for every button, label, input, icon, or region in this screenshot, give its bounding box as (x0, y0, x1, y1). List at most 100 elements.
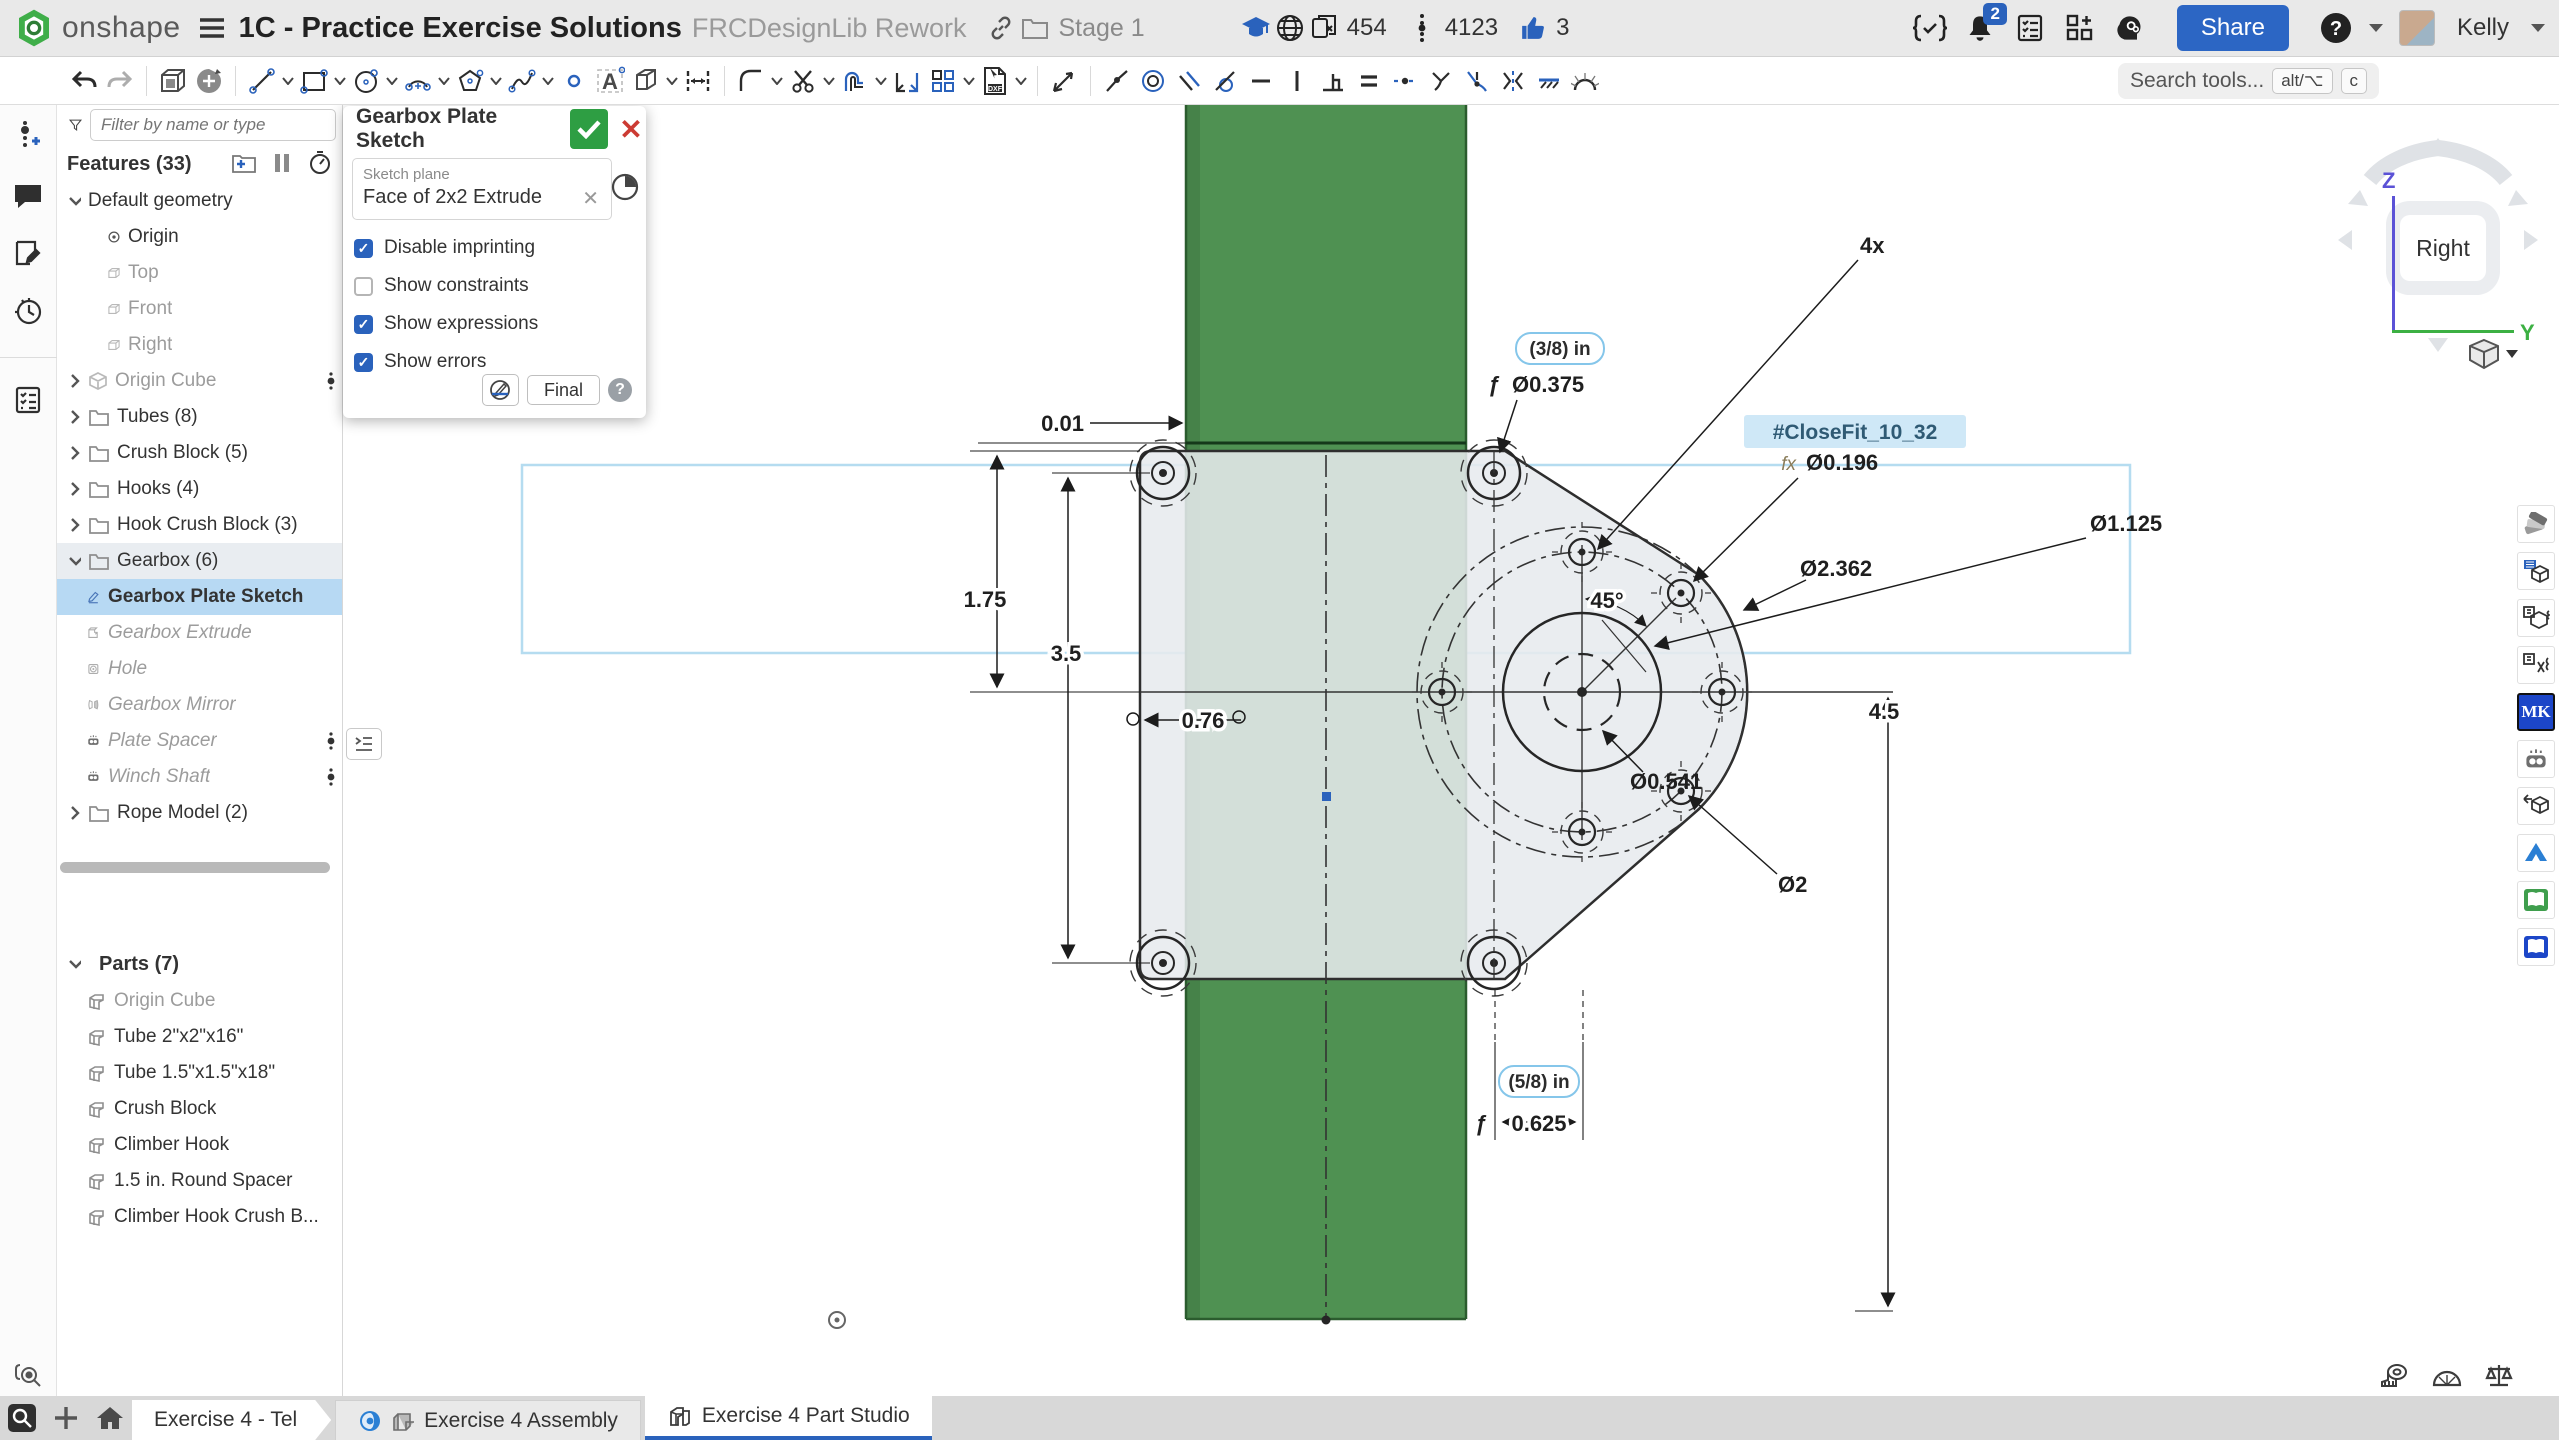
help-icon[interactable]: ? (2319, 11, 2353, 45)
mkcad-app-icon[interactable]: MK (2517, 693, 2555, 731)
checkbox-disable-imprinting[interactable]: ✓ Disable imprinting (354, 236, 535, 260)
view-cube[interactable]: Right Z Y (2330, 120, 2546, 370)
extrude-tool-button[interactable] (155, 62, 191, 100)
rectangle-tool-caret-icon[interactable] (332, 62, 348, 100)
notes-icon[interactable] (14, 239, 42, 270)
feature-row-default-geometry[interactable]: Default geometry (57, 183, 342, 219)
chevron-right-icon[interactable] (67, 804, 81, 822)
part-row-climber-hook[interactable]: Climber Hook (57, 1127, 342, 1163)
graphics-canvas[interactable]: 0.01 1.75 3.5 0.76 4.5 ƒ Ø0.375 (3/8) in… (343, 105, 2559, 1396)
feature-row-origin-cube[interactable]: Origin Cube (57, 363, 342, 399)
feature-row-right-plane[interactable]: Right (57, 327, 342, 363)
line-tool-caret-icon[interactable] (280, 62, 296, 100)
line-tool-button[interactable] (244, 62, 280, 100)
vertical-constraint-button[interactable] (1279, 62, 1315, 100)
variables-cube-icon[interactable] (2517, 646, 2555, 684)
horizontal-scrollbar[interactable] (60, 862, 330, 873)
main-menu-button[interactable] (195, 11, 229, 45)
user-avatar[interactable] (2399, 10, 2435, 46)
feature-row-gearbox-mirror[interactable]: Gearbox Mirror (57, 687, 342, 723)
dimension-tool-button[interactable] (680, 62, 716, 100)
checkbox-show-expressions[interactable]: ✓ Show expressions (354, 312, 538, 336)
feature-row-origin[interactable]: Origin (57, 219, 342, 255)
circle-tool-caret-icon[interactable] (384, 62, 400, 100)
dialog-help-icon[interactable]: ? (608, 378, 632, 402)
chevron-down-icon[interactable] (67, 193, 81, 209)
tab-exercise-4-tel[interactable]: Exercise 4 - Tel (132, 1400, 331, 1440)
feature-row-tubes-folder[interactable]: Tubes (8) (57, 399, 342, 435)
green-library-icon[interactable] (2517, 881, 2555, 919)
ai-assistant-icon[interactable] (2113, 11, 2147, 45)
like-icon[interactable] (1516, 11, 1550, 45)
arc-tool-button[interactable] (400, 62, 436, 100)
cancel-button[interactable]: ✕ (616, 109, 646, 149)
isometric-view-icon[interactable] (2468, 338, 2518, 372)
sketch-canvas[interactable]: 0.01 1.75 3.5 0.76 4.5 ƒ Ø0.375 (3/8) in… (343, 105, 2559, 1396)
chevron-down-icon[interactable] (67, 553, 81, 569)
feature-row-hole[interactable]: Hole (57, 651, 342, 687)
inspect-tool-button[interactable] (1046, 62, 1082, 100)
coincident-constraint-button[interactable] (1099, 62, 1135, 100)
help-caret-icon[interactable] (2369, 24, 2383, 32)
export-cube-icon[interactable] (2517, 787, 2555, 825)
offset-tool-caret-icon[interactable] (873, 62, 889, 100)
perpendicular-constraint-button[interactable] (1315, 62, 1351, 100)
copies-count-icon[interactable] (1307, 11, 1341, 45)
checkbox-checked-icon[interactable]: ✓ (354, 315, 373, 334)
part-row-climber-hook-crush-block[interactable]: Climber Hook Crush B... (57, 1199, 342, 1235)
polygon-tool-caret-icon[interactable] (488, 62, 504, 100)
offset-tool-button[interactable] (837, 62, 873, 100)
chevron-right-icon[interactable] (67, 444, 81, 462)
blue-library-icon[interactable] (2517, 928, 2555, 966)
tab-exercise-4-assembly[interactable]: Exercise 4 Assembly (335, 1400, 641, 1440)
canvas-search-icon[interactable] (14, 1363, 44, 1394)
sketch-plane-field[interactable]: Sketch plane Face of 2x2 Extrude ✕ (352, 158, 612, 220)
pattern-tool-caret-icon[interactable] (961, 62, 977, 100)
trim-tool-button[interactable] (785, 62, 821, 100)
onshape-logo-icon[interactable] (14, 8, 54, 48)
spline-tool-caret-icon[interactable] (540, 62, 556, 100)
filter-icon[interactable] (69, 113, 82, 137)
point-tool-button[interactable] (556, 62, 592, 100)
feature-row-winch-shaft[interactable]: Winch Shaft (57, 759, 342, 795)
feature-row-hooks-folder[interactable]: Hooks (4) (57, 471, 342, 507)
final-button[interactable]: Final (527, 375, 600, 405)
workspace-name[interactable]: Stage 1 (1058, 14, 1144, 43)
version-graph-icon[interactable] (1405, 11, 1439, 45)
sketch-endpoint[interactable] (1322, 1316, 1331, 1325)
equal-constraint-button[interactable] (1351, 62, 1387, 100)
feature-row-gearbox-plate-sketch[interactable]: Gearbox Plate Sketch (57, 579, 342, 615)
appearance-swatches-icon[interactable] (2517, 505, 2555, 543)
spline-tool-button[interactable] (504, 62, 540, 100)
add-tab-button[interactable] (44, 1396, 88, 1440)
fix-constraint-button[interactable] (1531, 62, 1567, 100)
fillet-tool-caret-icon[interactable] (769, 62, 785, 100)
part-row-crush-block[interactable]: Crush Block (57, 1091, 342, 1127)
branch-dots-icon[interactable] (326, 767, 336, 787)
chevron-down-icon[interactable] (67, 956, 81, 972)
follow-mode-icon[interactable] (14, 386, 42, 417)
undo-button[interactable] (66, 62, 102, 100)
checkbox-show-errors[interactable]: ✓ Show errors (354, 350, 486, 374)
feature-row-crush-block-folder[interactable]: Crush Block (5) (57, 435, 342, 471)
bom-table-cube-icon[interactable] (2517, 552, 2555, 590)
normal-constraint-button[interactable] (1423, 62, 1459, 100)
sketch-list-flyout-button[interactable] (346, 728, 382, 760)
robot-app-icon[interactable] (2517, 740, 2555, 778)
alloy-app-icon[interactable] (2517, 834, 2555, 872)
notifications-bell-icon[interactable]: 2 (1963, 11, 1997, 45)
symmetric-constraint-button[interactable] (1495, 62, 1531, 100)
insert-version-icon[interactable] (15, 119, 41, 156)
tangent-constraint-button[interactable] (1207, 62, 1243, 100)
feature-row-plate-spacer[interactable]: Plate Spacer (57, 723, 342, 759)
copy-link-icon[interactable] (984, 11, 1018, 45)
workspace-folder-icon[interactable] (1018, 11, 1052, 45)
mass-properties-icon[interactable] (2484, 1363, 2514, 1392)
circle-tool-button[interactable] (348, 62, 384, 100)
search-tools-box[interactable]: Search tools... alt/⌥ c (2118, 63, 2379, 99)
feature-row-front-plane[interactable]: Front (57, 291, 342, 327)
view-cube-face[interactable]: Right (2400, 215, 2486, 281)
part-row-tube-2x2x16[interactable]: Tube 2"x2"x16" (57, 1019, 342, 1055)
public-globe-icon[interactable] (1273, 11, 1307, 45)
feature-row-gearbox-folder[interactable]: Gearbox (6) (57, 543, 342, 579)
